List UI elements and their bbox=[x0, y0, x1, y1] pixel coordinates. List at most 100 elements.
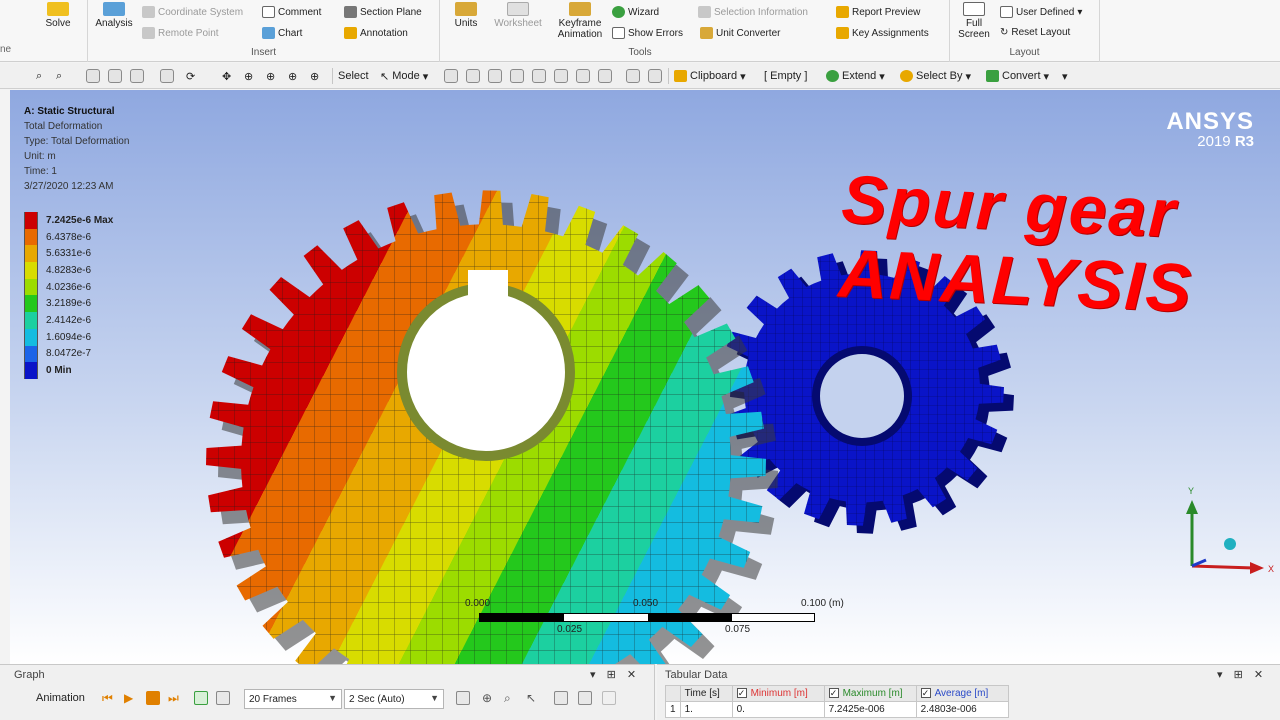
checkbox-icon[interactable]: ✓ bbox=[828, 688, 839, 699]
table-cell: 2.4803e-006 bbox=[915, 701, 1009, 718]
select-by-button[interactable]: Select By ▾ bbox=[900, 67, 971, 85]
cube-icon[interactable] bbox=[86, 67, 100, 85]
frames-select[interactable]: 20 Frames ▼ bbox=[244, 689, 342, 709]
zoom-fit-icon[interactable]: ⊕ bbox=[288, 67, 297, 85]
export-video-icon[interactable] bbox=[456, 691, 470, 705]
section-plane-button[interactable]: Section Plane bbox=[344, 6, 422, 18]
select-face-icon[interactable] bbox=[488, 67, 502, 85]
extend-button[interactable]: Extend ▾ bbox=[826, 67, 885, 85]
full-screen-button[interactable]: Full Screen bbox=[954, 2, 994, 40]
select-vertex-icon[interactable] bbox=[444, 67, 458, 85]
keyframe-animation-button[interactable]: Keyframe Animation bbox=[550, 2, 610, 40]
table-cell: 1 bbox=[665, 701, 681, 718]
clipboard-label: Clipboard bbox=[690, 70, 738, 82]
legend-row: 8.0472e-7 bbox=[24, 345, 113, 363]
duration-select[interactable]: 2 Sec (Auto) ▼ bbox=[344, 689, 444, 709]
play-icon[interactable]: ▶ bbox=[124, 691, 138, 705]
perspective-icon[interactable] bbox=[130, 67, 144, 85]
remote-point-button[interactable]: Remote Point bbox=[142, 27, 219, 39]
axis-triad[interactable]: Y X bbox=[1178, 480, 1278, 590]
legend-row: 7.2425e-6 Max bbox=[24, 212, 113, 229]
analysis-button[interactable]: Analysis bbox=[92, 2, 136, 29]
distributed-frames-icon[interactable] bbox=[194, 691, 208, 705]
extend-label: Extend bbox=[842, 70, 877, 82]
select-element-icon[interactable] bbox=[554, 67, 568, 85]
result-unit: Unit: m bbox=[24, 151, 56, 162]
units-button[interactable]: Units bbox=[448, 2, 484, 29]
comment-button[interactable]: Comment bbox=[262, 6, 321, 18]
step-back-icon[interactable]: ⏮ bbox=[102, 691, 116, 705]
zoom-icon[interactable]: ⌕ bbox=[504, 691, 518, 705]
user-defined-label: User Defined bbox=[1016, 6, 1075, 18]
reset-layout-button[interactable]: ↻ Reset Layout bbox=[1000, 27, 1070, 38]
zoom-in-icon[interactable]: ⊕ bbox=[244, 67, 253, 85]
legend-swatch bbox=[24, 278, 38, 296]
select-node-icon[interactable] bbox=[532, 67, 546, 85]
axis-options-icon[interactable] bbox=[578, 691, 592, 705]
convert-button[interactable]: Convert ▾ bbox=[986, 67, 1049, 85]
selection-information-button[interactable]: Selection Information bbox=[698, 6, 808, 18]
empty-clipboard-label: [ Empty ] bbox=[764, 70, 808, 82]
result-sets-icon[interactable] bbox=[216, 691, 230, 705]
zoom-icon[interactable]: ⌕ bbox=[36, 67, 42, 85]
zoom-out-icon[interactable]: ⌕ bbox=[56, 67, 62, 85]
magnifier-icon[interactable]: ⊕ bbox=[310, 67, 319, 85]
legend-label: 2.4142e-6 bbox=[46, 314, 92, 326]
flag-icon[interactable] bbox=[648, 67, 662, 85]
select-element-face-icon[interactable] bbox=[576, 67, 590, 85]
step-forward-icon[interactable]: ⏭ bbox=[168, 691, 182, 705]
user-defined-button[interactable]: User Defined ▾ bbox=[1000, 6, 1082, 18]
key-assignments-label: Key Assignments bbox=[852, 27, 929, 39]
key-assignments-button[interactable]: Key Assignments bbox=[836, 27, 929, 39]
annotation-icon bbox=[344, 27, 357, 39]
chevron-down-icon: ▾ bbox=[1077, 6, 1083, 18]
zoom-box-icon[interactable]: ⊕ bbox=[266, 67, 275, 85]
view-icon[interactable] bbox=[108, 67, 122, 85]
user-defined-icon bbox=[1000, 6, 1013, 18]
tabular-data-table[interactable]: Time [s] ✓ Minimum [m] ✓ Maximum [m] ✓ Aver… bbox=[665, 685, 1009, 718]
chart-button[interactable]: Chart bbox=[262, 27, 302, 39]
pan-icon[interactable]: ✥ bbox=[222, 67, 231, 85]
full-screen-icon bbox=[963, 2, 985, 16]
solve-button[interactable]: Solve bbox=[38, 2, 78, 29]
table-header-cell[interactable]: ✓ Average [m] bbox=[915, 685, 1009, 702]
section-plane-label: Section Plane bbox=[360, 6, 422, 18]
toolbar-overflow-icon[interactable]: ▾ bbox=[1062, 67, 1068, 85]
graphics-viewport[interactable]: A: Static Structural Total Deformation T… bbox=[10, 90, 1280, 664]
mode-button[interactable]: ↖ Mode ▾ bbox=[380, 67, 428, 85]
select-mesh-icon[interactable] bbox=[598, 67, 612, 85]
rotate-icon[interactable]: ⟳ bbox=[186, 67, 195, 85]
clipboard-button[interactable]: Clipboard ▾ bbox=[674, 67, 746, 85]
annotation-button[interactable]: Annotation bbox=[344, 27, 408, 39]
stop-icon[interactable] bbox=[146, 691, 160, 705]
axis-icon[interactable] bbox=[160, 67, 174, 85]
panel-controls[interactable]: ▾ ⊞ ✕ bbox=[590, 668, 640, 681]
select-body-icon[interactable] bbox=[510, 67, 524, 85]
panel-controls[interactable]: ▾ ⊞ ✕ bbox=[1217, 668, 1267, 681]
chart-options-icon[interactable] bbox=[554, 691, 568, 705]
convert-icon bbox=[986, 70, 999, 82]
table-header-cell[interactable]: ✓ Maximum [m] bbox=[823, 685, 917, 702]
show-errors-icon bbox=[612, 27, 625, 39]
scale-bar: 0.000 0.050 0.100 (m) 0.025 0.075 bbox=[465, 593, 845, 635]
legend-label: 1.6094e-6 bbox=[46, 331, 92, 343]
select-all-icon[interactable] bbox=[626, 67, 640, 85]
checkbox-icon[interactable]: ✓ bbox=[736, 688, 747, 699]
contour-legend[interactable]: 7.2425e-6 Max 6.4378e-6 5.6331e-6 4.8283… bbox=[24, 212, 113, 379]
select-edge-icon[interactable] bbox=[466, 67, 480, 85]
report-preview-button[interactable]: Report Preview bbox=[836, 6, 920, 18]
ansys-mechanical-window: ne Solve Analysis Coordinate System Remo… bbox=[0, 0, 1280, 720]
coordinate-system-button[interactable]: Coordinate System bbox=[142, 6, 243, 18]
worksheet-button[interactable]: Worksheet bbox=[488, 2, 548, 29]
select-button[interactable]: Select bbox=[338, 67, 369, 85]
checkbox-icon[interactable]: ✓ bbox=[920, 688, 931, 699]
pointer-icon[interactable]: ↖ bbox=[526, 691, 540, 705]
table-header-cell[interactable]: ✓ Minimum [m] bbox=[731, 685, 825, 702]
maximum-header: Maximum [m] bbox=[842, 688, 903, 699]
show-errors-button[interactable]: Show Errors bbox=[612, 27, 683, 39]
wizard-button[interactable]: Wizard bbox=[612, 6, 659, 18]
table-row[interactable]: 1 1. 0. 7.2425e-006 2.4803e-006 bbox=[665, 701, 1009, 718]
zoom-fit-icon[interactable]: ⊕ bbox=[482, 691, 496, 705]
extend-icon bbox=[826, 70, 839, 82]
legend-options-icon[interactable] bbox=[602, 691, 616, 705]
